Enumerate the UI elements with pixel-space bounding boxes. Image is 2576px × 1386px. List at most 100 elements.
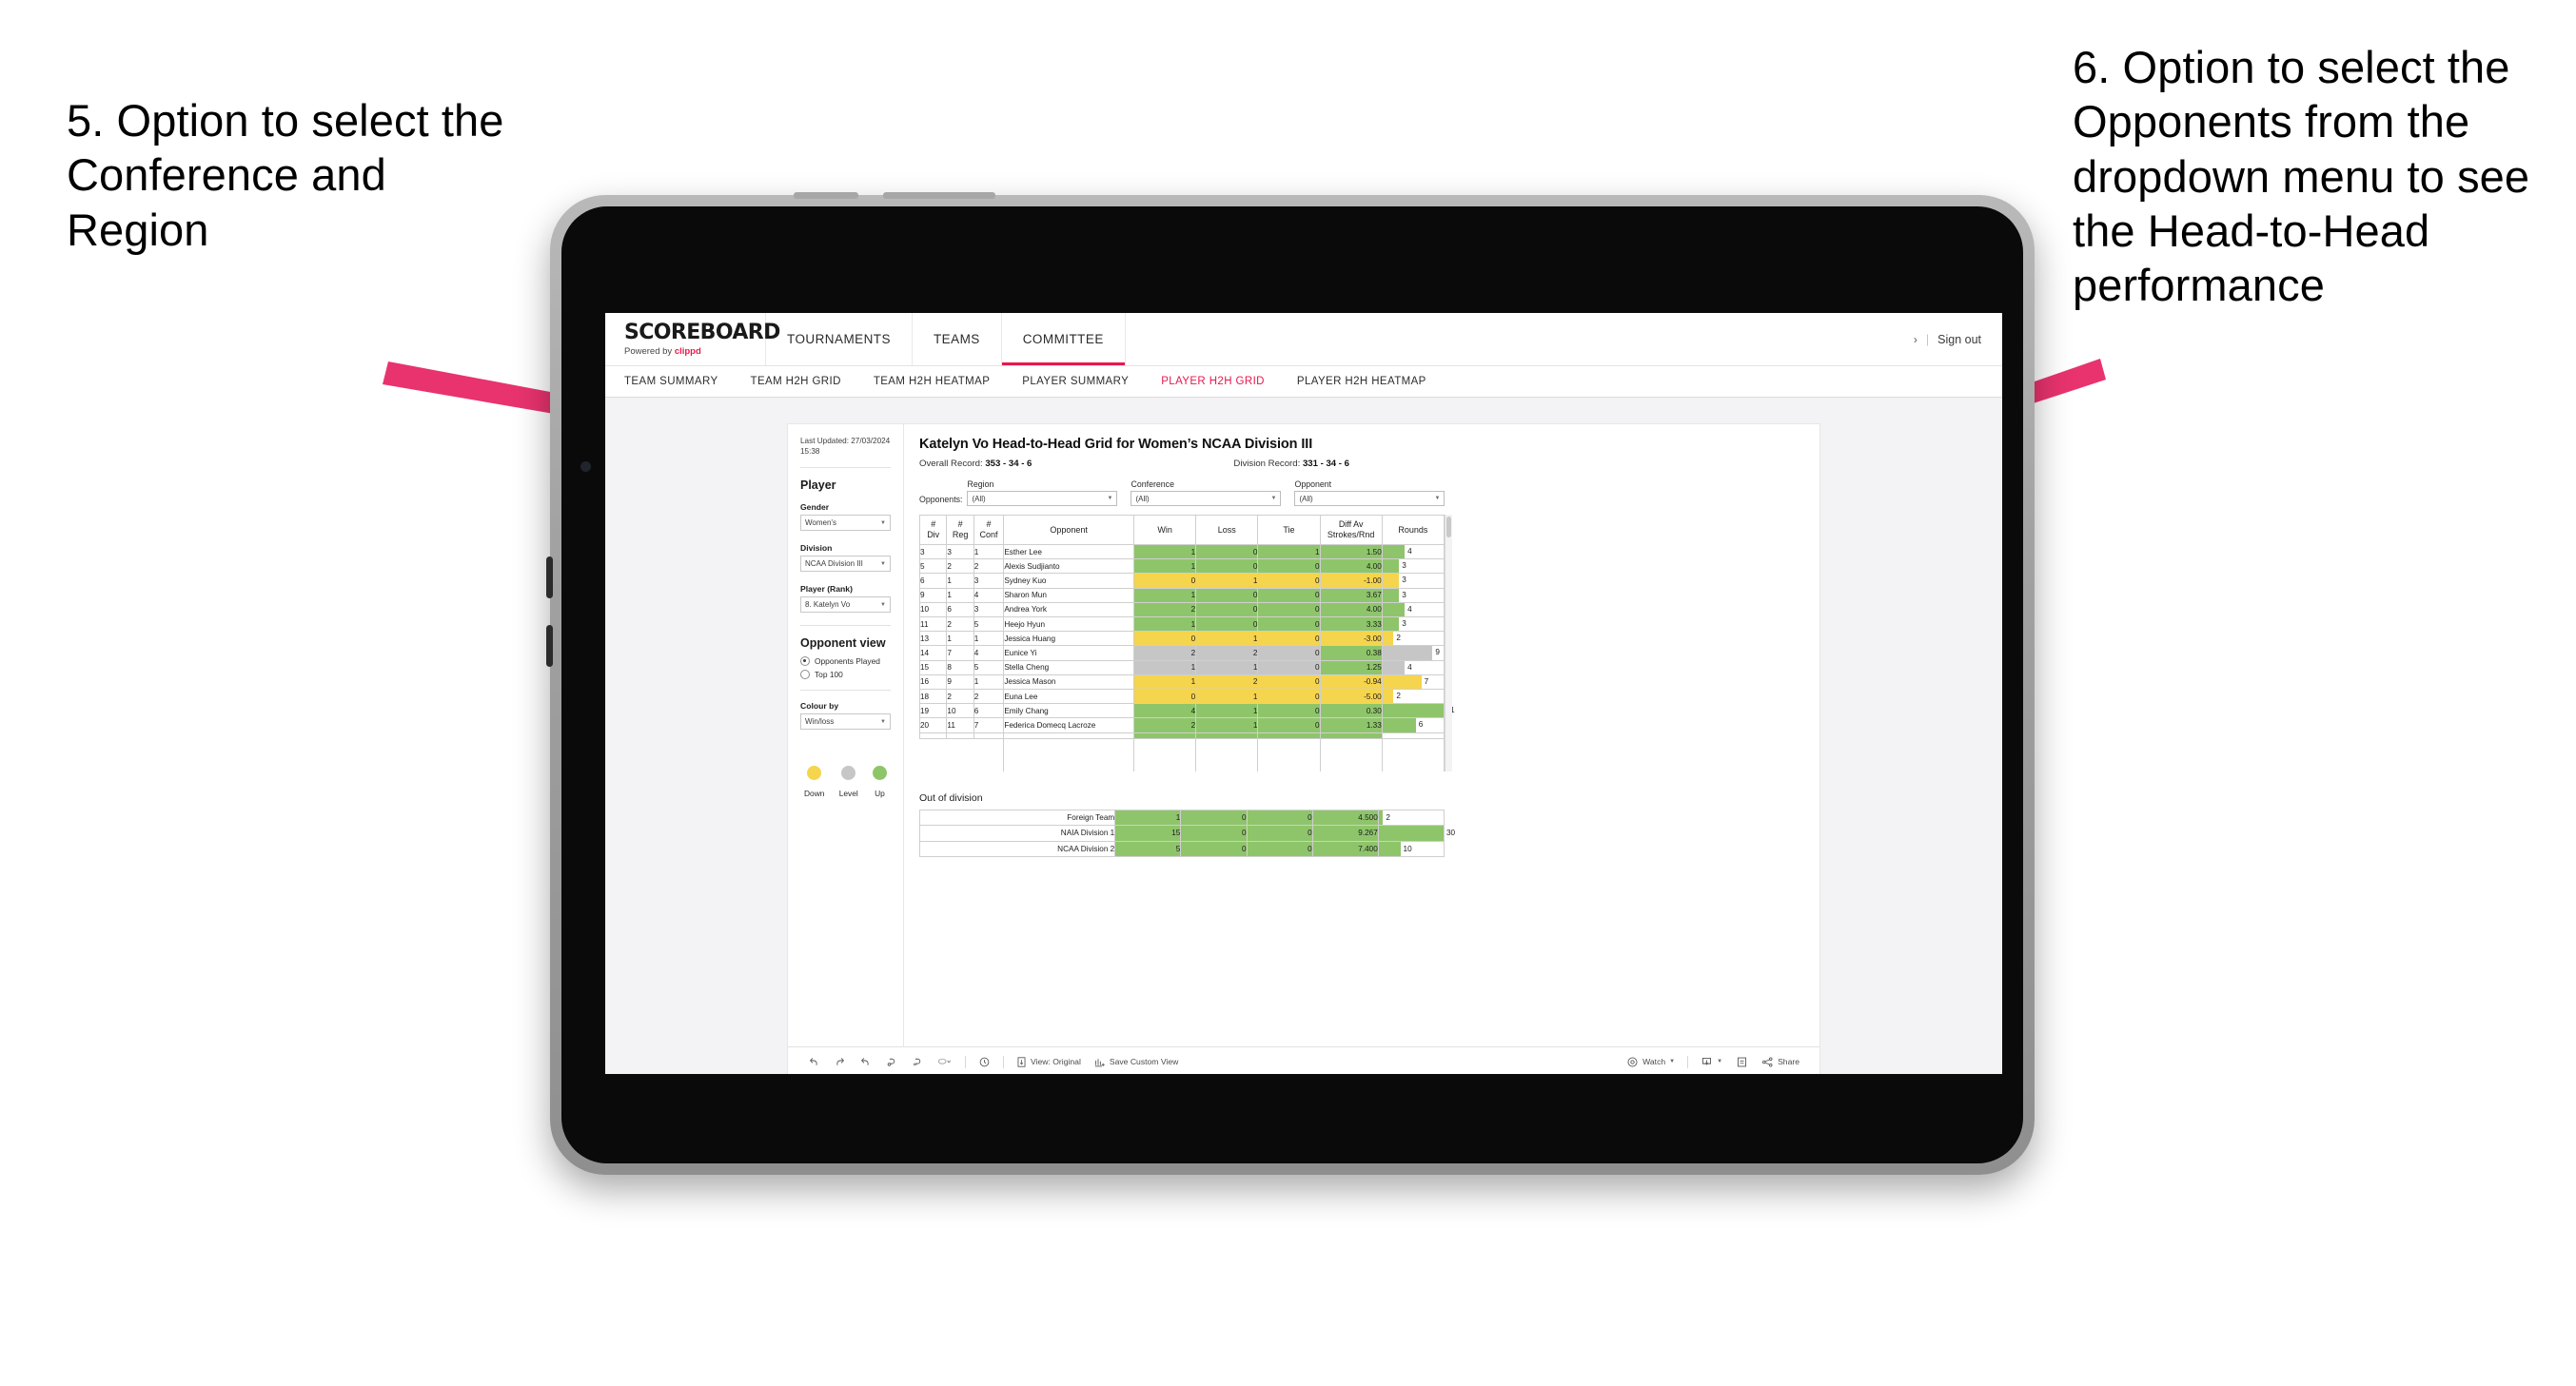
share-button[interactable]: Share: [1755, 1056, 1806, 1068]
table-row[interactable]: 16 9 1 Jessica Mason 1 2 0 -0.94 7: [918, 673, 1445, 691]
cell-conf: 3: [973, 573, 1005, 589]
out-of-division-row[interactable]: NAIA Division 1 15 0 0 9.267 30: [918, 825, 1455, 842]
col-diff: Diff Av Strokes/Rnd: [1319, 515, 1383, 545]
table-row[interactable]: 19106Emily Chang4100.3011: [918, 703, 1455, 719]
cell-empty: [946, 738, 974, 771]
cell-win: 0: [1132, 689, 1197, 705]
pause-refresh-button[interactable]: [904, 1056, 930, 1068]
opponent-value: (All): [1299, 494, 1313, 503]
cell-rounds: 2: [1381, 689, 1445, 705]
rounds-bar: [1382, 559, 1400, 574]
opponent-select[interactable]: (All) ▼: [1294, 491, 1445, 506]
revert-button[interactable]: [853, 1056, 878, 1068]
cell-loss: 1: [1195, 689, 1259, 705]
division-select[interactable]: NCAA Division III ▼: [800, 556, 891, 573]
col-opponent: Opponent: [1003, 515, 1134, 545]
cell-rounds: 4: [1381, 659, 1445, 675]
legend-dot-level: [841, 766, 856, 781]
last-updated-time: 15:38: [800, 447, 820, 457]
division-value: NCAA Division III: [805, 559, 863, 569]
last-updated-date: Last Updated: 27/03/2024: [800, 437, 891, 445]
view-original-label: View: Original: [1031, 1057, 1081, 1066]
cell-div: 18: [918, 689, 948, 705]
tab-team-h2h-heatmap[interactable]: TEAM H2H HEATMAP: [874, 376, 1009, 387]
table-scrollbar[interactable]: [1445, 515, 1452, 771]
gender-value: Women’s: [805, 518, 837, 528]
filter-conference-label: Conference: [1131, 479, 1174, 489]
nav-committee[interactable]: COMMITTEE: [1001, 313, 1126, 365]
chevron-right-icon[interactable]: ›: [1914, 333, 1917, 346]
cell-reg: 1: [946, 587, 974, 603]
radio-icon-selected: [800, 656, 810, 667]
cell-loss: 1: [1195, 631, 1259, 647]
sign-out-button[interactable]: Sign out: [1937, 333, 1981, 346]
table-row[interactable]: 3 3 1 Esther Lee 1 0 1 1.50 4: [918, 543, 1445, 560]
conference-select[interactable]: (All) ▼: [1131, 491, 1282, 506]
table-row[interactable]: 9 1 4 Sharon Mun 1 0 0 3.67 3: [918, 587, 1445, 603]
undo-button[interactable]: [801, 1056, 827, 1068]
watch-button[interactable]: Watch ▼: [1620, 1056, 1681, 1068]
download-button[interactable]: ▼: [1694, 1056, 1729, 1068]
rounds-bar: [1382, 704, 1444, 718]
colour-by-select[interactable]: Win/loss ▼: [800, 713, 891, 731]
refresh-button[interactable]: [878, 1056, 904, 1068]
player-rank-select[interactable]: 8. Katelyn Vo ▼: [800, 596, 891, 614]
tab-player-summary[interactable]: PLAYER SUMMARY: [1022, 376, 1148, 387]
pause-auto-update-button[interactable]: [930, 1056, 959, 1068]
cell-empty: [1257, 738, 1321, 771]
primary-nav: TOURNAMENTS TEAMS COMMITTEE: [766, 313, 1126, 365]
radio-opponents-played-label: Opponents Played: [815, 656, 880, 667]
cell-empty: [1195, 738, 1259, 771]
redo-button[interactable]: [827, 1056, 853, 1068]
tab-player-h2h-heatmap[interactable]: PLAYER H2H HEATMAP: [1297, 376, 1445, 387]
legend-dot-up: [872, 766, 887, 781]
rounds-bar: [1382, 545, 1406, 559]
cell-rounds: 30: [1377, 825, 1455, 842]
rounds-bar: [1382, 718, 1416, 732]
rounds-bar: [1382, 602, 1406, 617]
radio-opponents-played[interactable]: Opponents Played: [800, 656, 891, 667]
out-of-division-row[interactable]: NCAA Division 2 5 0 0 7.400 10: [918, 840, 1445, 858]
cell-opponent: Federica Domecq Lacroze: [1003, 717, 1134, 733]
cell-diff: 7.400: [1311, 840, 1379, 858]
table-row[interactable]: 14 7 4 Eunice Yi 2 2 0 0.38 9: [918, 645, 1445, 661]
cell-tie: 0: [1257, 703, 1321, 719]
table-row[interactable]: 5 2 2 Alexis Sudjianto 1 0 0 4.00 3: [918, 558, 1445, 575]
filters-sidebar: Last Updated: 27/03/2024 15:38 Player Ge…: [788, 424, 904, 1046]
tab-player-h2h-grid[interactable]: PLAYER H2H GRID: [1161, 376, 1284, 387]
cell-tie: 0: [1257, 689, 1321, 705]
out-of-division-row[interactable]: Foreign Team 1 0 0 4.500 2: [918, 809, 1445, 827]
table-row[interactable]: 11 2 5 Heejo Hyun 1 0 0 3.33 3: [918, 616, 1445, 633]
history-button[interactable]: [972, 1056, 997, 1068]
nav-teams[interactable]: TEAMS: [913, 313, 1002, 365]
legend-label-level: Level: [838, 789, 858, 799]
cell-win: 1: [1132, 558, 1197, 575]
cell-rounds: 2: [1381, 631, 1445, 647]
table-row[interactable]: 13 1 1 Jessica Huang 0 1 0 -3.00 2: [918, 631, 1445, 647]
table-row[interactable]: 18 2 2 Euna Lee 0 1 0 -5.00 2: [918, 689, 1445, 705]
visualization-card: Last Updated: 27/03/2024 15:38 Player Ge…: [788, 424, 1819, 1074]
tab-team-h2h-grid[interactable]: TEAM H2H GRID: [751, 376, 860, 387]
tab-team-summary[interactable]: TEAM SUMMARY: [624, 376, 737, 387]
table-row[interactable]: 6 1 3 Sydney Kuo 0 1 0 -1.00 3: [918, 573, 1445, 589]
table-row[interactable]: 20 11 7 Federica Domecq Lacroze 2 1 0 1.33 6: [918, 717, 1445, 733]
gender-select[interactable]: Women’s ▼: [800, 515, 891, 532]
nav-tournaments[interactable]: TOURNAMENTS: [766, 313, 913, 365]
radio-top-100[interactable]: Top 100: [800, 670, 891, 680]
cell-diff: 0.30: [1319, 703, 1383, 719]
device-button-left-1: [546, 556, 553, 598]
view-original-button[interactable]: View: Original: [1010, 1056, 1088, 1068]
cell-win: 0: [1132, 631, 1197, 647]
device-button-top-2: [883, 192, 995, 199]
chevron-down-icon: ▼: [1434, 496, 1441, 501]
cell-tie: 0: [1257, 587, 1321, 603]
scrollbar-thumb[interactable]: [1446, 517, 1451, 537]
region-select[interactable]: (All) ▼: [967, 491, 1118, 506]
division-record: Division Record: 331 - 34 - 6: [1233, 459, 1349, 469]
table-row[interactable]: 15 8 5 Stella Cheng 1 1 0 1.25 4: [918, 659, 1445, 675]
filter-conference: Conference (All) ▼: [1131, 479, 1282, 506]
table-row[interactable]: 10 6 3 Andrea York 2 0 0 4.00 4: [918, 601, 1445, 618]
logo[interactable]: SCOREBOARD Powered by clippd: [605, 313, 780, 365]
save-custom-view-button[interactable]: Save Custom View: [1088, 1056, 1185, 1068]
fullscreen-button[interactable]: [1729, 1056, 1755, 1068]
